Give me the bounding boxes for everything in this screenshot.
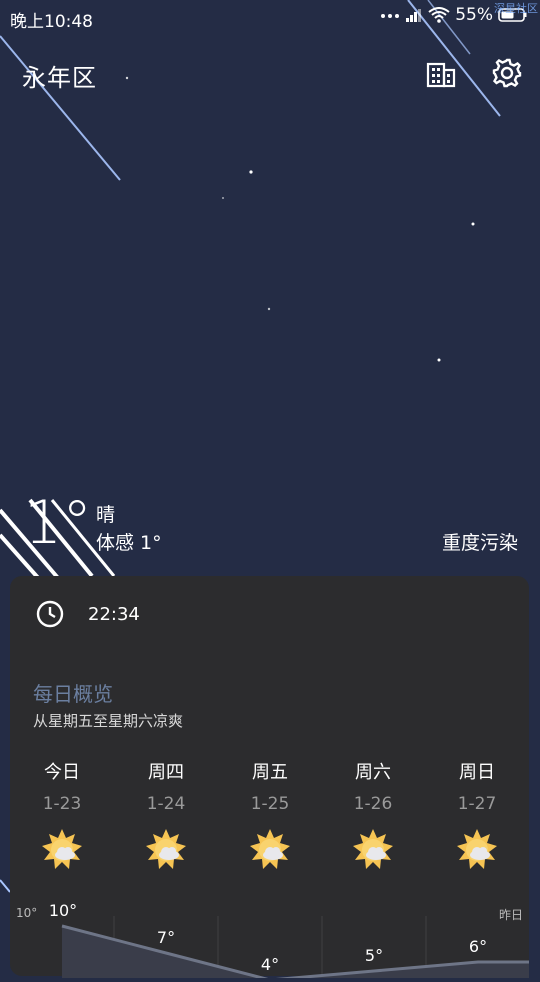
day-name: 周四 [148, 762, 184, 783]
sun-cloud-icon [351, 828, 395, 872]
day-date: 1-27 [457, 794, 497, 814]
trend-point-label: 7° [157, 928, 175, 947]
temperature-trend-chart: 10° 昨日 10° 7° 4° 5° 6° [10, 898, 529, 982]
trend-point-label: 6° [469, 937, 487, 956]
current-condition: 晴 [96, 504, 116, 526]
location-title[interactable]: 永年区 [22, 58, 97, 93]
trend-point-label: 10° [49, 901, 77, 920]
sun-cloud-icon [40, 828, 84, 872]
sun-cloud-icon [144, 828, 188, 872]
sun-cloud-icon [455, 828, 499, 872]
clock-icon [34, 598, 66, 630]
city-icon[interactable] [424, 56, 458, 90]
axis-right-label: 昨日 [498, 908, 523, 922]
trend-point-label: 5° [365, 946, 383, 965]
air-quality[interactable]: 重度污染 [442, 528, 518, 555]
axis-left-label: 10° [16, 906, 38, 920]
day-date: 1-26 [353, 794, 393, 814]
day-name: 周日 [459, 762, 495, 783]
forecast-day[interactable]: 周四 1-24 [114, 758, 218, 872]
day-date: 1-23 [42, 794, 82, 814]
daily-forecast-list: 今日 1-23 周四 1-24 周五 1-25 周六 1-26 周日 1-27 [10, 758, 529, 888]
trend-area [62, 926, 529, 980]
day-date: 1-25 [250, 794, 290, 814]
trend-svg: 10° 7° 4° 5° 6° [49, 901, 529, 982]
day-name: 周五 [252, 762, 288, 783]
settings-icon[interactable] [490, 56, 524, 90]
watermark: 深星社区 [494, 2, 538, 15]
day-date: 1-24 [146, 794, 186, 814]
feels-like: 体感 1° [96, 532, 162, 554]
current-weather: 1° 晴 体感 1° 重度污染 [0, 490, 540, 560]
overview-subtitle: 从星期五至星期六凉爽 [33, 712, 184, 730]
forecast-day[interactable]: 周五 1-25 [218, 758, 322, 872]
current-temperature: 1° [24, 488, 93, 558]
day-name: 周六 [355, 762, 391, 783]
wifi-icon [428, 7, 450, 23]
signal-icon [405, 7, 423, 23]
forecast-day[interactable]: 周六 1-26 [321, 758, 425, 872]
status-bar: 晚上10:48 55% 深星社区 [0, 0, 540, 34]
overview-title: 每日概览 [33, 682, 113, 706]
update-time: 22:34 [88, 604, 140, 625]
more-dots-icon [380, 10, 400, 20]
battery-percent: 55% [455, 5, 493, 25]
sun-cloud-icon [248, 828, 292, 872]
top-bar: 永年区 [0, 50, 540, 98]
forecast-day[interactable]: 周日 1-27 [425, 758, 529, 872]
trend-point-label: 4° [261, 955, 279, 974]
day-name: 今日 [44, 762, 80, 783]
forecast-day[interactable]: 今日 1-23 [10, 758, 114, 872]
status-time: 晚上10:48 [10, 12, 93, 32]
forecast-card: 22:34 每日概览 从星期五至星期六凉爽 今日 1-23 周四 1-24 周五… [10, 576, 529, 982]
